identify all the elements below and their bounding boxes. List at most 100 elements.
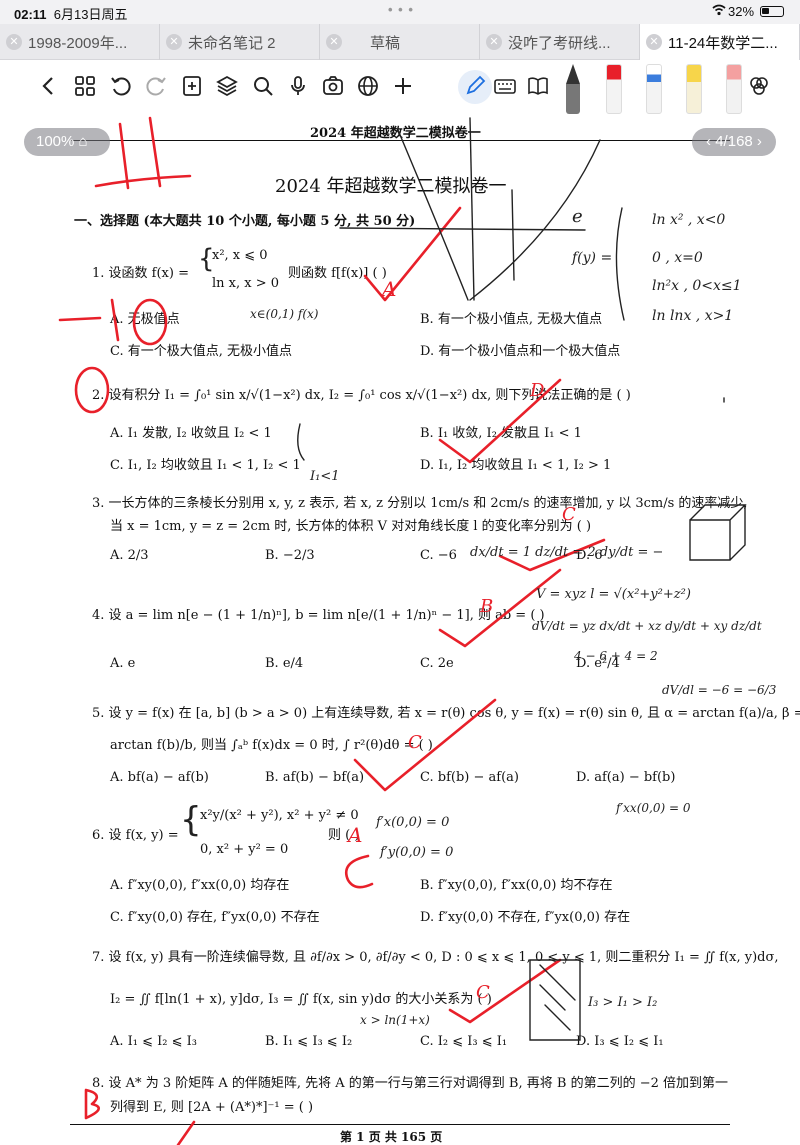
battery-percent: 32%	[728, 4, 755, 19]
add-page-icon[interactable]	[179, 74, 205, 100]
q6-option-d: D. f″xy(0,0) 不存在, f″yx(0,0) 存在	[420, 910, 631, 925]
q6-stem-b: 则 ( )	[328, 828, 360, 843]
search-icon[interactable]	[250, 74, 276, 100]
grid-icon[interactable]	[72, 74, 98, 100]
lock-icon: ⌂	[78, 133, 88, 150]
tab-bar: ✕ 1998-2009年... ✕ 未命名笔记 2 ✕ 草稿 ✕ 没咋了考研线... ✕…	[0, 24, 800, 60]
tab-3[interactable]: ✕ 草稿	[320, 24, 480, 60]
q2-option-c: C. I₁, I₂ 均收敛且 I₁ < 1, I₂ < 1	[110, 458, 301, 473]
pdf-page[interactable]: 2024 年超越数学二模拟卷一 2024 年超越数学二模拟卷一 一、选择题 (本…	[0, 116, 800, 1145]
close-icon[interactable]: ✕	[646, 34, 662, 50]
q5-option-b: B. af(b) − bf(a)	[265, 770, 365, 785]
layers-icon[interactable]	[214, 74, 240, 100]
globe-icon[interactable]	[355, 74, 381, 100]
toolbar	[0, 60, 800, 116]
q7-option-a: A. I₁ ⩽ I₂ ⩽ I₃	[110, 1034, 198, 1049]
close-icon[interactable]: ✕	[6, 34, 22, 50]
q7-stem-line2: I₂ = ∬ f[ln(1 + x), y]dσ, I₃ = ∬ f(x, si…	[110, 992, 492, 1007]
keyboard-icon[interactable]	[492, 74, 518, 100]
q6-case2: 0, x² + y² = 0	[200, 842, 289, 857]
q2-option-a: A. I₁ 发散, I₂ 收敛且 I₂ < 1	[110, 426, 272, 441]
q1-option-a: A. 无极值点	[110, 312, 180, 327]
close-icon[interactable]: ✕	[486, 34, 502, 50]
marker-red-icon[interactable]	[606, 64, 622, 114]
tab-label: 草稿	[370, 35, 401, 52]
color-picker-icon[interactable]	[746, 74, 772, 100]
q8-stem-line1: 8. 设 A* 为 3 阶矩阵 A 的伴随矩阵, 先将 A 的第一行与第三行对调…	[92, 1076, 728, 1091]
section-heading: 一、选择题 (本大题共 10 个小题, 每小题 5 分, 共 50 分)	[74, 214, 416, 229]
q7-option-b: B. I₁ ⩽ I₃ ⩽ I₂	[265, 1034, 353, 1049]
plus-icon[interactable]	[390, 74, 416, 100]
battery-icon	[760, 6, 784, 17]
book-icon[interactable]	[525, 74, 551, 100]
q6-option-a: A. f″xy(0,0), f″xx(0,0) 均存在	[110, 878, 290, 893]
page-footer: 第 1 页 共 165 页	[340, 1130, 443, 1144]
tab-4[interactable]: ✕ 没咋了考研线...	[480, 24, 640, 60]
page-indicator[interactable]: ‹ 4/168 ›	[692, 128, 776, 156]
q5-option-d: D. af(a) − bf(b)	[576, 770, 676, 785]
tab-label: 没咋了考研线...	[508, 35, 611, 52]
header-rule	[70, 140, 730, 141]
q4-option-a: A. e	[110, 656, 136, 671]
q5-option-a: A. bf(a) − af(b)	[110, 770, 209, 785]
q7-stem-line1: 7. 设 f(x, y) 具有一阶连续偏导数, 且 ∂f/∂x > 0, ∂f/…	[92, 950, 779, 965]
eraser-icon[interactable]	[726, 64, 742, 114]
undo-icon[interactable]	[108, 74, 134, 100]
q1-option-c: C. 有一个极大值点, 无极小值点	[110, 344, 293, 359]
q5-option-c: C. bf(b) − af(a)	[420, 770, 519, 785]
multitask-dots-icon[interactable]: • • •	[388, 2, 414, 17]
redo-icon[interactable]	[143, 74, 169, 100]
q4-stem: 4. 设 a = lim n[e − (1 + 1/n)ⁿ], b = lim …	[92, 608, 545, 623]
pen-icon[interactable]	[462, 74, 488, 100]
tab-label: 11-24年数学二...	[668, 35, 778, 52]
highlighter-yellow-icon[interactable]	[686, 64, 702, 114]
q5-stem-line2: arctan f(b)/b, 则当 ∫ₐᵇ f(x)dx = 0 时, ∫ r²…	[110, 738, 433, 753]
tab-1[interactable]: ✕ 1998-2009年...	[0, 24, 160, 60]
q3-option-b: B. −2/3	[265, 548, 315, 563]
q1-stem: 1. 设函数 f(x) =	[92, 266, 189, 281]
close-icon[interactable]: ✕	[326, 34, 342, 50]
q2-option-b: B. I₁ 收敛, I₂ 发散且 I₁ < 1	[420, 426, 582, 441]
footer-rule	[70, 1124, 730, 1125]
q1-case1: x², x ⩽ 0	[212, 248, 268, 263]
tab-label: 1998-2009年...	[28, 35, 128, 52]
q1-option-b: B. 有一个极小值点, 无极大值点	[420, 312, 603, 327]
q3-stem-line2: 当 x = 1cm, y = z = 2cm 时, 长方体的体积 V 对对角线长…	[110, 519, 592, 534]
wifi-icon	[712, 4, 726, 19]
status-bar: 02:11 6月13日周五 • • • 32%	[0, 0, 800, 24]
media-icon[interactable]	[320, 74, 346, 100]
q7-option-c: C. I₂ ⩽ I₃ ⩽ I₁	[420, 1034, 508, 1049]
q5-stem-line1: 5. 设 y = f(x) 在 [a, b] (b > a > 0) 上有连续导…	[92, 706, 800, 721]
close-icon[interactable]: ✕	[166, 34, 182, 50]
q4-option-d: D. e²/4	[576, 656, 620, 671]
q7-option-d: D. I₃ ⩽ I₂ ⩽ I₁	[576, 1034, 664, 1049]
q4-option-b: B. e/4	[265, 656, 304, 671]
q1-stem-b: 则函数 f[f(x)] ( )	[288, 266, 387, 281]
q3-stem-line1: 3. 一长方体的三条棱长分别用 x, y, z 表示, 若 x, z 分别以 1…	[92, 496, 748, 511]
q3-option-d: D. 6	[576, 548, 603, 563]
pencil-blue-icon[interactable]	[646, 64, 662, 114]
tab-label: 未命名笔记 2	[188, 35, 276, 52]
q6-case1: x²y/(x² + y²), x² + y² ≠ 0	[200, 808, 359, 823]
q3-option-c: C. −6	[420, 548, 457, 563]
page-title: 2024 年超越数学二模拟卷一	[275, 176, 507, 197]
tab-2[interactable]: ✕ 未命名笔记 2	[160, 24, 320, 60]
running-head: 2024 年超越数学二模拟卷一	[310, 126, 481, 141]
q6-stem: 6. 设 f(x, y) =	[92, 828, 179, 843]
q6-brace: {	[180, 800, 202, 840]
zoom-indicator[interactable]: 100% ⌂	[24, 128, 110, 156]
status-time: 02:11 6月13日周五	[14, 7, 128, 22]
q6-option-c: C. f″xy(0,0) 存在, f″yx(0,0) 不存在	[110, 910, 320, 925]
q1-option-d: D. 有一个极小值点和一个极大值点	[420, 344, 621, 359]
back-icon[interactable]	[36, 74, 62, 100]
tab-5-active[interactable]: ✕ 11-24年数学二...	[640, 24, 800, 60]
q4-option-c: C. 2e	[420, 656, 454, 671]
q1-case2: ln x, x > 0	[212, 276, 280, 291]
q2-option-d: D. I₁, I₂ 均收敛且 I₁ < 1, I₂ > 1	[420, 458, 612, 473]
q2-stem: 2. 设有积分 I₁ = ∫₀¹ sin x/√(1−x²) dx, I₂ = …	[92, 388, 631, 403]
fountain-pen-icon[interactable]	[566, 64, 580, 114]
q3-option-a: A. 2/3	[110, 548, 149, 563]
mic-icon[interactable]	[285, 74, 311, 100]
q6-option-b: B. f″xy(0,0), f″xx(0,0) 均不存在	[420, 878, 613, 893]
q8-stem-line2: 列得到 E, 则 [2A + (A*)*]⁻¹ = ( )	[110, 1100, 314, 1115]
